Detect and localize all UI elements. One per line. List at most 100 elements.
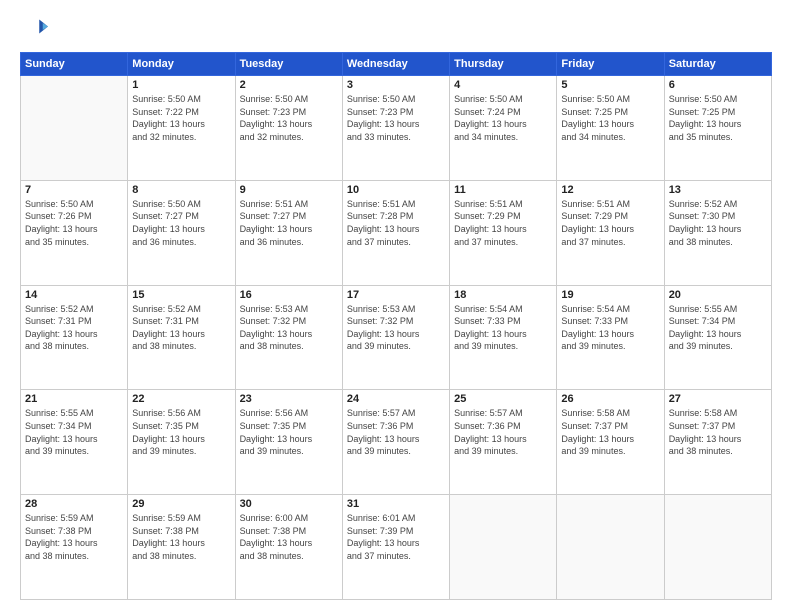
calendar-cell: 18Sunrise: 5:54 AM Sunset: 7:33 PM Dayli… xyxy=(450,285,557,390)
week-row: 21 Sunrise: 5:55 AM Sunset: 7:34 PM Dayli… xyxy=(21,390,772,495)
calendar-cell xyxy=(664,495,771,600)
calendar-cell: 23 Sunrise: 5:56 AM Sunset: 7:35 PM Dayli… xyxy=(235,390,342,495)
day-info: Sunrise: 5:50 AM Sunset: 7:25 PM Dayligh… xyxy=(669,93,767,143)
day-number: 19 xyxy=(561,289,659,301)
day-number: 2 xyxy=(240,79,338,91)
weekday-header: Monday xyxy=(128,53,235,76)
weekday-header: Wednesday xyxy=(342,53,449,76)
week-row: 7 Sunrise: 5:50 AM Sunset: 7:26 PM Daylig… xyxy=(21,180,772,285)
weekday-header: Thursday xyxy=(450,53,557,76)
day-number: 23 xyxy=(240,393,338,405)
day-number: 7 xyxy=(25,184,123,196)
day-number: 27 xyxy=(669,393,767,405)
day-number: 22 xyxy=(132,393,230,405)
day-number: 13 xyxy=(669,184,767,196)
day-info: Sunrise: 5:56 AM Sunset: 7:35 PM Dayligh… xyxy=(240,407,338,457)
calendar-cell: 1 Sunrise: 5:50 AM Sunset: 7:22 PM Daylig… xyxy=(128,76,235,181)
day-number: 11 xyxy=(454,184,552,196)
day-info: Sunrise: 5:51 AM Sunset: 7:29 PM Dayligh… xyxy=(454,198,552,248)
day-number: 15 xyxy=(132,289,230,301)
calendar-cell: 28 Sunrise: 5:59 AM Sunset: 7:38 PM Dayli… xyxy=(21,495,128,600)
day-info: Sunrise: 5:54 AM Sunset: 7:33 PM Dayligh… xyxy=(454,303,552,353)
day-number: 3 xyxy=(347,79,445,91)
day-number: 1 xyxy=(132,79,230,91)
calendar-cell xyxy=(557,495,664,600)
calendar-cell: 2 Sunrise: 5:50 AM Sunset: 7:23 PM Daylig… xyxy=(235,76,342,181)
day-info: Sunrise: 5:56 AM Sunset: 7:35 PM Dayligh… xyxy=(132,407,230,457)
calendar-cell: 7 Sunrise: 5:50 AM Sunset: 7:26 PM Daylig… xyxy=(21,180,128,285)
day-number: 30 xyxy=(240,498,338,510)
day-info: Sunrise: 5:50 AM Sunset: 7:24 PM Dayligh… xyxy=(454,93,552,143)
day-number: 9 xyxy=(240,184,338,196)
day-number: 20 xyxy=(669,289,767,301)
calendar-cell: 29 Sunrise: 5:59 AM Sunset: 7:38 PM Dayli… xyxy=(128,495,235,600)
day-info: Sunrise: 5:58 AM Sunset: 7:37 PM Dayligh… xyxy=(669,407,767,457)
calendar-cell: 13 Sunrise: 5:52 AM Sunset: 7:30 PM Dayli… xyxy=(664,180,771,285)
day-info: Sunrise: 5:50 AM Sunset: 7:22 PM Dayligh… xyxy=(132,93,230,143)
day-info: Sunrise: 5:51 AM Sunset: 7:29 PM Dayligh… xyxy=(561,198,659,248)
day-number: 24 xyxy=(347,393,445,405)
week-row: 1 Sunrise: 5:50 AM Sunset: 7:22 PM Daylig… xyxy=(21,76,772,181)
calendar-page: SundayMondayTuesdayWednesdayThursdayFrid… xyxy=(0,0,792,612)
day-info: Sunrise: 5:52 AM Sunset: 7:30 PM Dayligh… xyxy=(669,198,767,248)
calendar-cell: 25Sunrise: 5:57 AM Sunset: 7:36 PM Dayli… xyxy=(450,390,557,495)
day-info: Sunrise: 5:59 AM Sunset: 7:38 PM Dayligh… xyxy=(132,512,230,562)
day-number: 14 xyxy=(25,289,123,301)
calendar-cell: 6 Sunrise: 5:50 AM Sunset: 7:25 PM Daylig… xyxy=(664,76,771,181)
day-number: 28 xyxy=(25,498,123,510)
weekday-header: Friday xyxy=(557,53,664,76)
header xyxy=(20,16,772,44)
calendar-cell: 3 Sunrise: 5:50 AM Sunset: 7:23 PM Daylig… xyxy=(342,76,449,181)
weekday-header: Saturday xyxy=(664,53,771,76)
calendar-cell: 17 Sunrise: 5:53 AM Sunset: 7:32 PM Dayli… xyxy=(342,285,449,390)
calendar-cell: 14 Sunrise: 5:52 AM Sunset: 7:31 PM Dayli… xyxy=(21,285,128,390)
day-info: Sunrise: 5:52 AM Sunset: 7:31 PM Dayligh… xyxy=(132,303,230,353)
calendar-cell: 24 Sunrise: 5:57 AM Sunset: 7:36 PM Dayli… xyxy=(342,390,449,495)
day-number: 8 xyxy=(132,184,230,196)
day-number: 29 xyxy=(132,498,230,510)
weekday-header-row: SundayMondayTuesdayWednesdayThursdayFrid… xyxy=(21,53,772,76)
day-info: Sunrise: 5:55 AM Sunset: 7:34 PM Dayligh… xyxy=(25,407,123,457)
day-number: 17 xyxy=(347,289,445,301)
calendar-cell: 27 Sunrise: 5:58 AM Sunset: 7:37 PM Dayli… xyxy=(664,390,771,495)
calendar-cell: 15 Sunrise: 5:52 AM Sunset: 7:31 PM Dayli… xyxy=(128,285,235,390)
day-info: Sunrise: 5:50 AM Sunset: 7:23 PM Dayligh… xyxy=(347,93,445,143)
calendar-cell: 26Sunrise: 5:58 AM Sunset: 7:37 PM Dayli… xyxy=(557,390,664,495)
day-number: 26 xyxy=(561,393,659,405)
calendar-table: SundayMondayTuesdayWednesdayThursdayFrid… xyxy=(20,52,772,600)
day-info: Sunrise: 5:59 AM Sunset: 7:38 PM Dayligh… xyxy=(25,512,123,562)
day-number: 16 xyxy=(240,289,338,301)
day-info: Sunrise: 5:50 AM Sunset: 7:27 PM Dayligh… xyxy=(132,198,230,248)
logo-icon xyxy=(20,16,48,44)
day-number: 25 xyxy=(454,393,552,405)
day-info: Sunrise: 5:51 AM Sunset: 7:27 PM Dayligh… xyxy=(240,198,338,248)
day-info: Sunrise: 5:50 AM Sunset: 7:26 PM Dayligh… xyxy=(25,198,123,248)
calendar-cell: 4 Sunrise: 5:50 AM Sunset: 7:24 PM Daylig… xyxy=(450,76,557,181)
day-number: 5 xyxy=(561,79,659,91)
day-number: 10 xyxy=(347,184,445,196)
week-row: 28 Sunrise: 5:59 AM Sunset: 7:38 PM Dayli… xyxy=(21,495,772,600)
day-info: Sunrise: 5:53 AM Sunset: 7:32 PM Dayligh… xyxy=(240,303,338,353)
calendar-cell: 12 Sunrise: 5:51 AM Sunset: 7:29 PM Dayli… xyxy=(557,180,664,285)
week-row: 14 Sunrise: 5:52 AM Sunset: 7:31 PM Dayli… xyxy=(21,285,772,390)
day-info: Sunrise: 5:53 AM Sunset: 7:32 PM Dayligh… xyxy=(347,303,445,353)
calendar-cell: 21 Sunrise: 5:55 AM Sunset: 7:34 PM Dayli… xyxy=(21,390,128,495)
day-number: 21 xyxy=(25,393,123,405)
day-number: 6 xyxy=(669,79,767,91)
calendar-cell: 9 Sunrise: 5:51 AM Sunset: 7:27 PM Daylig… xyxy=(235,180,342,285)
day-number: 12 xyxy=(561,184,659,196)
day-number: 4 xyxy=(454,79,552,91)
calendar-cell: 19 Sunrise: 5:54 AM Sunset: 7:33 PM Dayli… xyxy=(557,285,664,390)
logo xyxy=(20,16,52,44)
calendar-cell: 10Sunrise: 5:51 AM Sunset: 7:28 PM Dayli… xyxy=(342,180,449,285)
day-info: Sunrise: 5:57 AM Sunset: 7:36 PM Dayligh… xyxy=(347,407,445,457)
weekday-header: Sunday xyxy=(21,53,128,76)
day-info: Sunrise: 6:01 AM Sunset: 7:39 PM Dayligh… xyxy=(347,512,445,562)
day-info: Sunrise: 5:50 AM Sunset: 7:23 PM Dayligh… xyxy=(240,93,338,143)
day-number: 31 xyxy=(347,498,445,510)
day-info: Sunrise: 5:54 AM Sunset: 7:33 PM Dayligh… xyxy=(561,303,659,353)
calendar-cell: 20Sunrise: 5:55 AM Sunset: 7:34 PM Dayli… xyxy=(664,285,771,390)
day-info: Sunrise: 5:52 AM Sunset: 7:31 PM Dayligh… xyxy=(25,303,123,353)
calendar-cell: 16 Sunrise: 5:53 AM Sunset: 7:32 PM Dayli… xyxy=(235,285,342,390)
calendar-cell: 8 Sunrise: 5:50 AM Sunset: 7:27 PM Daylig… xyxy=(128,180,235,285)
